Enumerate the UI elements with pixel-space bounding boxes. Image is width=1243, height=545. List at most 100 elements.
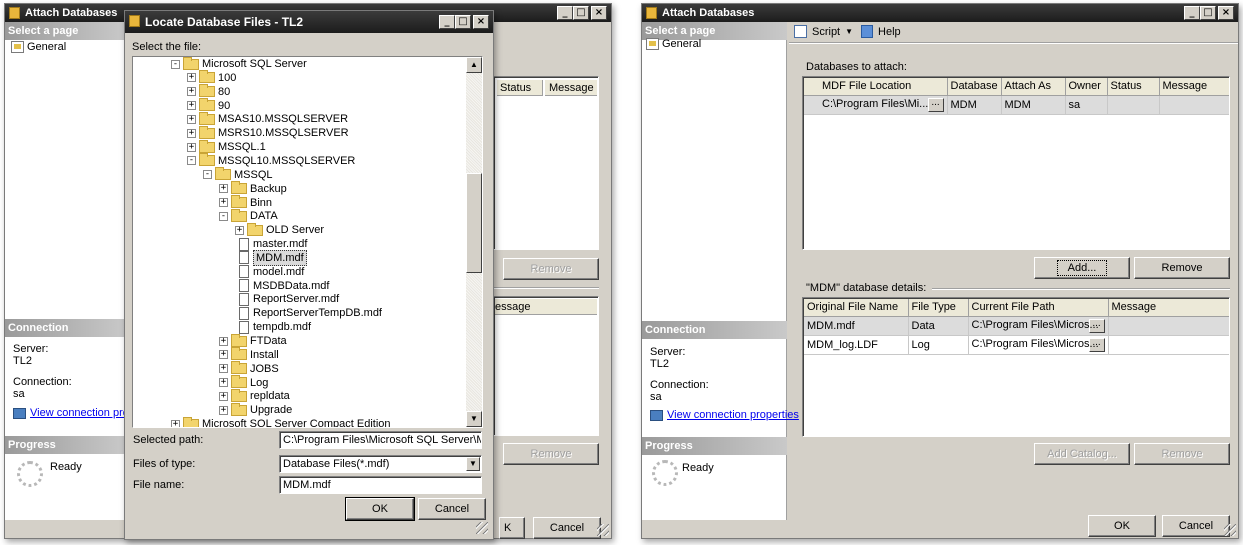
file-tree[interactable]: - Microsoft SQL Server +100 +80 +90 + MSAS10.M… <box>132 56 483 428</box>
chevron-down-icon[interactable]: ▼ <box>466 457 480 471</box>
table-cell[interactable]: ... C:\Program Files\Micros... <box>968 316 1109 336</box>
expand-icon[interactable]: + <box>219 391 228 401</box>
table-cell[interactable]: sa <box>1065 95 1108 115</box>
maximize-icon[interactable]: □ <box>573 6 589 20</box>
tree-vertical-scrollbar[interactable]: ▲ ▼ <box>466 57 482 427</box>
column-header[interactable]: MDF File Location <box>804 78 948 96</box>
table-cell[interactable]: Log <box>908 335 969 355</box>
maximize-icon[interactable]: □ <box>455 15 471 29</box>
ok-button[interactable]: OK <box>1088 515 1156 537</box>
add-catalog-button[interactable]: Add Catalog... <box>1034 443 1130 465</box>
column-header[interactable]: Attach As <box>1001 78 1066 96</box>
minimize-icon[interactable]: _ <box>557 6 573 20</box>
maximize-icon[interactable]: □ <box>1200 6 1216 20</box>
selected-path-field[interactable]: C:\Program Files\Microsoft SQL Server\MS… <box>279 431 482 449</box>
tree-folder-item[interactable]: + repldata <box>219 388 290 403</box>
expand-icon[interactable]: + <box>187 101 196 111</box>
close-icon[interactable]: × <box>473 15 489 29</box>
tree-folder-item[interactable]: - DATA <box>219 208 278 223</box>
collapse-icon[interactable]: - <box>171 59 180 69</box>
column-header[interactable]: Database ... <box>947 78 1002 96</box>
browse-ellipsis-button[interactable]: ... <box>927 97 944 112</box>
ok-button[interactable]: K <box>499 517 525 539</box>
remove-catalog-button[interactable]: Remove <box>503 443 599 465</box>
expand-icon[interactable]: + <box>187 87 196 97</box>
column-header[interactable]: Original File Name <box>804 299 909 317</box>
file-name-input[interactable]: MDM.mdf <box>279 476 482 494</box>
tree-file-item[interactable]: tempdb.mdf <box>235 320 311 334</box>
tree-folder-item[interactable]: + Log <box>219 375 268 390</box>
table-row[interactable]: MDM.mdf Data... C:\Program Files\Micros... <box>804 316 1229 336</box>
tree-folder-item[interactable]: +100 <box>187 70 236 85</box>
table-cell[interactable] <box>1108 335 1229 355</box>
remove-button[interactable]: Remove <box>1134 257 1230 279</box>
scroll-down-icon[interactable]: ▼ <box>466 411 482 427</box>
expand-icon[interactable]: + <box>219 378 228 388</box>
tree-folder-item[interactable]: + Backup <box>219 181 287 196</box>
table-cell[interactable]: MDM <box>1001 95 1066 115</box>
remove-button[interactable]: Remove <box>503 258 599 280</box>
tree-folder-item[interactable]: - Microsoft SQL Server <box>171 57 307 71</box>
files-of-type-select[interactable]: Database Files(*.mdf) ▼ <box>279 455 482 473</box>
scroll-thumb[interactable] <box>466 173 482 273</box>
minimize-icon[interactable]: _ <box>439 15 455 29</box>
details-grid[interactable]: Original File Name File Type Current File … <box>802 297 1230 437</box>
expand-icon[interactable]: + <box>187 142 196 152</box>
view-connection-link[interactable]: View connection properties <box>650 409 799 421</box>
table-cell[interactable] <box>1159 95 1229 115</box>
dialog-cancel-button[interactable]: Cancel <box>418 498 486 520</box>
chevron-down-icon[interactable]: ▼ <box>845 27 853 36</box>
expand-icon[interactable]: + <box>187 73 196 83</box>
table-cell[interactable] <box>1107 95 1160 115</box>
tree-file-item[interactable]: ReportServer.mdf <box>235 292 339 306</box>
collapse-icon[interactable]: - <box>203 170 212 180</box>
close-icon[interactable]: × <box>591 6 607 20</box>
cancel-button[interactable]: Cancel <box>533 517 601 539</box>
script-button[interactable]: Script <box>812 26 840 38</box>
resize-grip-icon[interactable] <box>597 524 609 536</box>
expand-icon[interactable]: + <box>187 114 196 124</box>
tree-file-item[interactable]: model.mdf <box>235 265 304 279</box>
table-row[interactable]: MDM_log.LDF Log... C:\Program Files\Micros… <box>804 335 1229 355</box>
dialog-titlebar[interactable]: Locate Database Files - TL2 _ □ × <box>125 11 493 33</box>
expand-icon[interactable]: + <box>219 184 228 194</box>
tree-folder-item[interactable]: +90 <box>187 98 230 113</box>
expand-icon[interactable]: + <box>219 350 228 360</box>
expand-icon[interactable]: + <box>219 198 228 207</box>
tree-folder-item[interactable]: + Install <box>219 347 279 362</box>
tree-folder-item[interactable]: + MSSQL.1 <box>187 139 266 154</box>
column-header[interactable]: File Type <box>908 299 969 317</box>
table-cell[interactable] <box>1108 316 1229 336</box>
collapse-icon[interactable]: - <box>219 211 228 221</box>
help-button[interactable]: Help <box>878 26 901 38</box>
details-grid-partial[interactable] <box>493 296 599 436</box>
expand-icon[interactable]: + <box>219 405 228 415</box>
tree-file-item[interactable]: MDM.mdf <box>235 249 307 266</box>
table-cell[interactable]: ... C:\Program Files\Micros... <box>968 335 1109 355</box>
tree-folder-item[interactable]: + Binn <box>219 195 272 210</box>
cancel-button[interactable]: Cancel <box>1162 515 1230 537</box>
minimize-icon[interactable]: _ <box>1184 6 1200 20</box>
tree-folder-item[interactable]: + MSRS10.MSSQLSERVER <box>187 125 349 140</box>
expand-icon[interactable]: + <box>219 336 228 346</box>
table-cell[interactable]: MDM_log.LDF <box>804 335 909 355</box>
tree-folder-item[interactable]: + MSAS10.MSSQLSERVER <box>187 111 348 126</box>
table-cell[interactable]: MDM.mdf <box>804 316 909 336</box>
resize-grip-icon[interactable] <box>476 522 488 534</box>
tree-folder-item[interactable]: + Microsoft SQL Server Compact Edition <box>171 416 391 427</box>
resize-grip-icon[interactable] <box>1224 524 1236 536</box>
column-header[interactable]: Current File Path <box>968 299 1109 317</box>
column-header[interactable]: Owner <box>1065 78 1108 96</box>
table-cell[interactable]: Data <box>908 316 969 336</box>
nav-item-general[interactable]: General <box>646 38 701 50</box>
tree-folder-item[interactable]: + JOBS <box>219 361 279 376</box>
table-row[interactable]: ... C:\Program Files\Mi... MDM MDM sa <box>804 95 1229 115</box>
tree-file-item[interactable]: MSDBData.mdf <box>235 279 329 293</box>
table-cell[interactable]: MDM <box>947 95 1002 115</box>
view-connection-link[interactable]: View connection prop <box>13 407 135 419</box>
column-header[interactable]: Message <box>1108 299 1229 317</box>
tree-folder-item[interactable]: +80 <box>187 84 230 99</box>
tree-folder-item[interactable]: + Upgrade <box>219 402 292 417</box>
window-titlebar[interactable]: Attach Databases _ □ × <box>642 4 1238 22</box>
tree-folder-item[interactable]: - MSSQL <box>203 167 273 182</box>
